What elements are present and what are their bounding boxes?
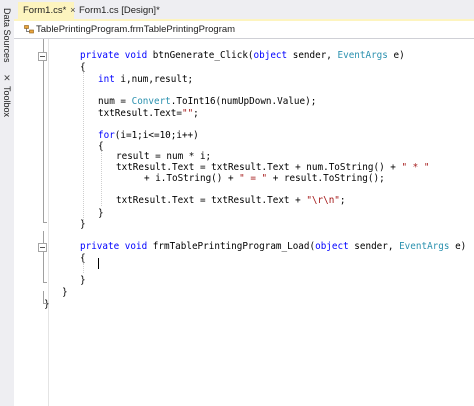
code-line: private void frmTablePrintingProgram_Loa… [80, 241, 466, 253]
code-line: } [98, 208, 104, 220]
code-token: txtResult.Text = txtResult.Text + [116, 195, 307, 206]
collapse-toggle[interactable] [38, 52, 47, 61]
code-token: i,num,result; [120, 74, 194, 85]
code-token: e) [393, 50, 405, 61]
type-dropdown[interactable]: TablePrintingProgram.frmTablePrintingPro… [36, 21, 235, 38]
navigation-bar[interactable]: TablePrintingProgram.frmTablePrintingPro… [14, 21, 474, 39]
code-line: + i.ToString() + " = " + result.ToString… [144, 173, 385, 185]
code-token: void [124, 241, 153, 252]
code-token: num = [98, 96, 132, 107]
tab-label: Form1.cs [Design]* [79, 5, 160, 16]
code-token: for [98, 130, 115, 141]
outline-end [43, 222, 47, 223]
code-token: ; [339, 195, 346, 206]
code-token: } [62, 287, 68, 298]
outline-end [43, 282, 47, 283]
code-token: (i=1;i<=10;i++) [114, 130, 199, 141]
code-line: num = Convert.ToInt16(numUpDown.Value); [98, 96, 316, 108]
code-token: ; [193, 108, 199, 119]
data-sources-tab[interactable]: Data Sources [1, 8, 13, 63]
code-token: object [253, 50, 293, 61]
code-token: frmTablePrintingProgram_Load( [152, 241, 316, 252]
code-token: sender, [292, 50, 338, 61]
toolbox-icon: ✕ [3, 73, 11, 83]
tab-form1-cs[interactable]: Form1.cs* × [18, 2, 76, 19]
collapse-toggle[interactable] [38, 243, 47, 252]
code-line: private void btnGenerate_Click(object se… [80, 50, 405, 62]
code-line: } [80, 275, 86, 287]
code-token: Convert [131, 96, 171, 107]
class-icon [24, 25, 34, 34]
outline-bar [43, 291, 44, 303]
document-tab-strip: Form1.cs* × Form1.cs [Design]* [14, 0, 474, 19]
code-line: txtResult.Text=""; [98, 108, 199, 120]
code-token: txtResult.Text = txtResult.Text + num.To… [116, 162, 402, 173]
code-token: } [44, 299, 50, 310]
code-token: } [98, 208, 104, 219]
code-line: txtResult.Text = txtResult.Text + "\r\n"… [116, 195, 346, 207]
outline-end [43, 303, 47, 304]
code-token: sender, [354, 241, 400, 252]
toolbox-tab[interactable]: ✕ Toolbox [1, 72, 13, 117]
code-line: for(i=1;i<=10;i++) [98, 130, 199, 142]
outline-bar [43, 61, 44, 222]
code-line: int i,num,result; [98, 74, 193, 86]
code-line: } [44, 299, 50, 311]
text-caret [98, 258, 99, 269]
code-token: EventArgs [337, 50, 394, 61]
code-token: EventArgs [399, 241, 456, 252]
code-token: private [80, 241, 125, 252]
toolbox-label: Toolbox [2, 86, 12, 118]
code-token: private [80, 50, 125, 61]
indent-guide [83, 263, 84, 273]
code-token: txtResult.Text= [98, 108, 182, 119]
code-token: " * " [401, 162, 430, 173]
tab-label: Form1.cs* [23, 5, 67, 16]
code-token: e) [455, 241, 467, 252]
outline-bar [43, 252, 44, 282]
code-token: btnGenerate_Click( [152, 50, 254, 61]
gutter-divider [48, 39, 49, 406]
outline-bar [43, 231, 44, 243]
code-token: int [98, 74, 121, 85]
code-token: } [80, 219, 86, 230]
code-token: result = num * i; [116, 151, 212, 162]
code-token: + result.ToString(); [267, 173, 385, 184]
indent-guide [83, 72, 84, 220]
side-rail: Data Sources ✕ Toolbox [0, 0, 15, 406]
code-line: } [80, 219, 86, 231]
code-token: "" [181, 108, 194, 119]
code-token: } [80, 275, 86, 286]
tab-form1-design[interactable]: Form1.cs [Design]* [74, 2, 184, 19]
code-editor[interactable]: private void btnGenerate_Click(object se… [14, 39, 474, 406]
code-token: object [315, 241, 355, 252]
indent-guide [101, 151, 102, 206]
code-token: " = " [239, 173, 268, 184]
code-token: + i.ToString() + [144, 173, 240, 184]
code-token: "\r\n" [306, 195, 340, 206]
code-line: } [62, 287, 68, 299]
code-token: void [124, 50, 153, 61]
outline-bar [43, 39, 44, 52]
code-token: .ToInt16(numUpDown.Value); [170, 96, 317, 107]
